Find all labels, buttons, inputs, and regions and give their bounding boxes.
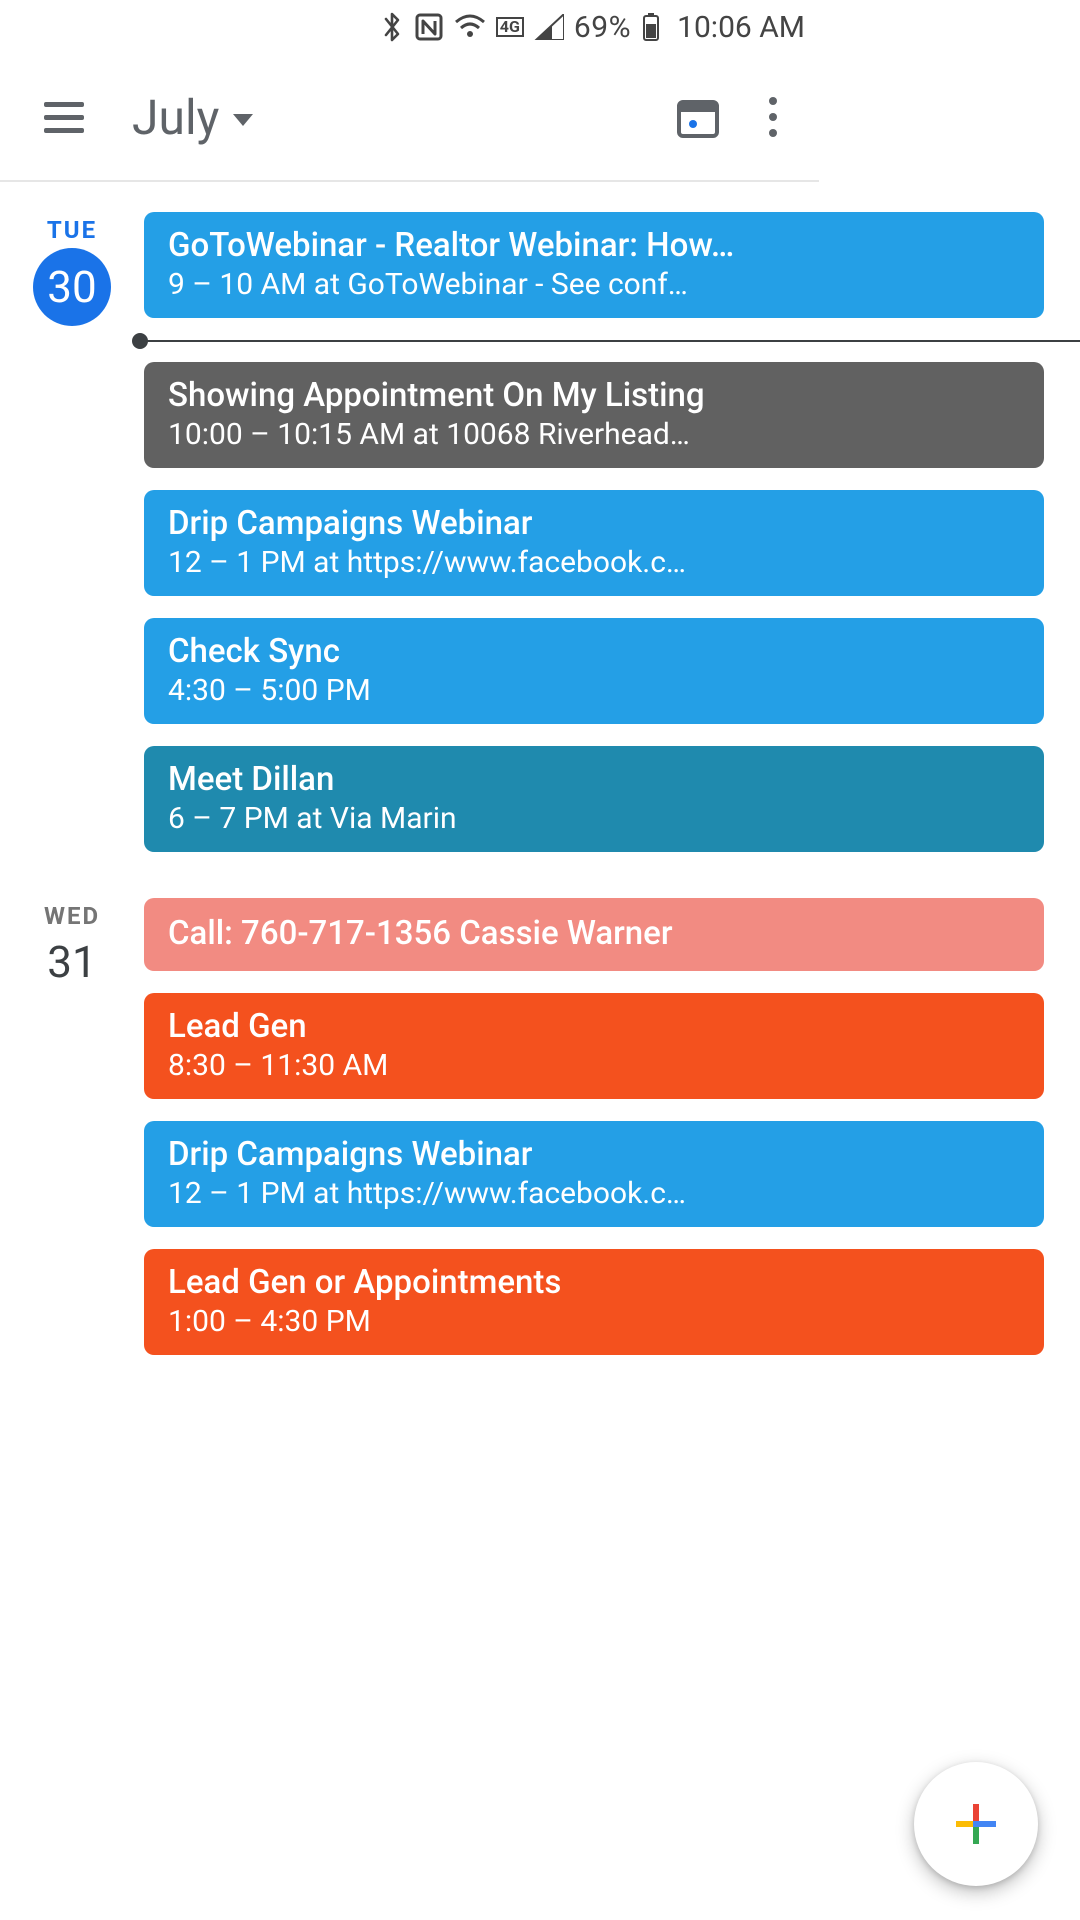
events-column: GoToWebinar - Realtor Webinar: How…9 – 1… xyxy=(144,212,1080,852)
date-column[interactable]: TUE 30 xyxy=(0,212,144,852)
create-event-fab[interactable] xyxy=(914,1762,1038,1886)
menu-button[interactable] xyxy=(44,93,92,141)
status-bar: 4G 69% 10:06 AM xyxy=(0,0,819,54)
event-card[interactable]: GoToWebinar - Realtor Webinar: How…9 – 1… xyxy=(144,212,1044,318)
event-subtitle: 1:00 – 4:30 PM xyxy=(168,1304,1020,1339)
event-subtitle: 6 – 7 PM at Via Marin xyxy=(168,801,1020,836)
event-subtitle: 10:00 – 10:15 AM at 10068 Riverhead… xyxy=(168,417,1020,452)
event-title: Call: 760-717-1356 Cassie Warner xyxy=(168,914,1020,953)
event-title: Check Sync xyxy=(168,632,1020,671)
event-title: Meet Dillan xyxy=(168,760,1020,799)
status-clock: 10:06 AM xyxy=(677,10,805,45)
event-card[interactable]: Call: 760-717-1356 Cassie Warner xyxy=(144,898,1044,971)
event-title: Lead Gen or Appointments xyxy=(168,1263,1020,1302)
event-title: Drip Campaigns Webinar xyxy=(168,504,1020,543)
plus-icon xyxy=(952,1800,1000,1848)
chevron-down-icon xyxy=(233,114,253,126)
event-card[interactable]: Drip Campaigns Webinar12 – 1 PM at https… xyxy=(144,1121,1044,1227)
date-column[interactable]: WED 31 xyxy=(0,898,144,1355)
event-title: GoToWebinar - Realtor Webinar: How… xyxy=(168,226,1020,265)
month-picker[interactable]: July xyxy=(132,89,253,146)
event-card[interactable]: Showing Appointment On My Listing10:00 –… xyxy=(144,362,1044,468)
events-column: Call: 760-717-1356 Cassie Warner Lead Gen… xyxy=(144,898,1080,1355)
jump-to-today-button[interactable] xyxy=(675,94,721,140)
nfc-icon xyxy=(414,12,444,42)
signal-icon xyxy=(534,14,564,40)
event-title: Lead Gen xyxy=(168,1007,1020,1046)
event-card[interactable]: Drip Campaigns Webinar12 – 1 PM at https… xyxy=(144,490,1044,596)
event-card[interactable]: Check Sync4:30 – 5:00 PM xyxy=(144,618,1044,724)
event-title: Drip Campaigns Webinar xyxy=(168,1135,1020,1174)
battery-icon xyxy=(641,12,661,42)
wifi-icon xyxy=(454,14,486,40)
day-of-week-label: TUE xyxy=(47,216,97,244)
bluetooth-icon xyxy=(380,12,404,42)
event-subtitle: 12 – 1 PM at https://www.facebook.c… xyxy=(168,1176,1020,1211)
event-card[interactable]: Meet Dillan6 – 7 PM at Via Marin xyxy=(144,746,1044,852)
agenda-list[interactable]: TUE 30 GoToWebinar - Realtor Webinar: How…… xyxy=(0,184,1080,1920)
day-block: WED 31 Call: 760-717-1356 Cassie Warner Lea… xyxy=(0,870,1080,1373)
event-subtitle: 9 – 10 AM at GoToWebinar - See conf… xyxy=(168,267,1020,302)
overflow-menu-button[interactable] xyxy=(755,92,791,142)
event-subtitle: 12 – 1 PM at https://www.facebook.c… xyxy=(168,545,1020,580)
day-number-label: 31 xyxy=(47,936,96,988)
month-label: July xyxy=(132,89,219,146)
event-card[interactable]: Lead Gen8:30 – 11:30 AM xyxy=(144,993,1044,1099)
day-block: TUE 30 GoToWebinar - Realtor Webinar: How…… xyxy=(0,184,1080,870)
event-title: Showing Appointment On My Listing xyxy=(168,376,1020,415)
network-type-icon: 4G xyxy=(496,17,524,37)
day-of-week-label: WED xyxy=(44,902,100,930)
app-bar: July xyxy=(0,54,819,182)
event-subtitle: 8:30 – 11:30 AM xyxy=(168,1048,1020,1083)
event-subtitle: 4:30 – 5:00 PM xyxy=(168,673,1020,708)
day-number-label: 30 xyxy=(33,248,111,326)
battery-percent: 69% xyxy=(574,10,631,45)
event-card[interactable]: Lead Gen or Appointments1:00 – 4:30 PM xyxy=(144,1249,1044,1355)
